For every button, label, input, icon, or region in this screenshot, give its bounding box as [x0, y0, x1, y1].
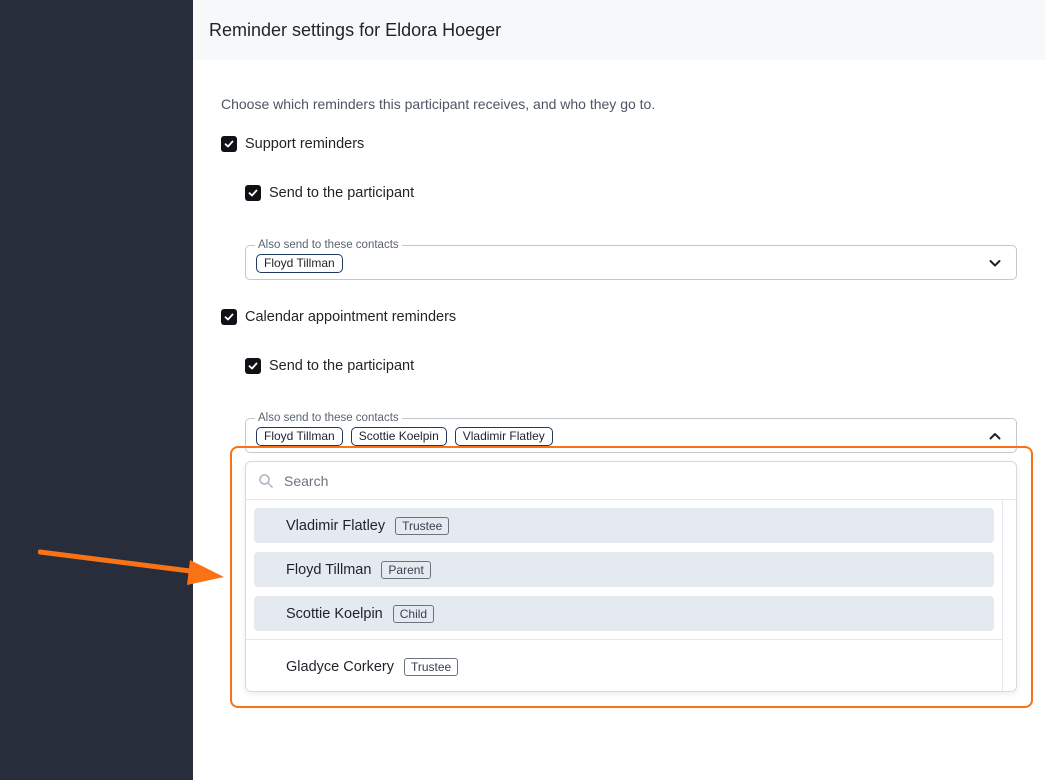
role-tag: Child	[392, 604, 435, 623]
role-tag: Parent	[381, 560, 431, 579]
contacts-dropdown: Vladimir Flatley Trustee Floyd Tillman P…	[245, 461, 1017, 692]
support-contact-chips: Floyd Tillman	[256, 254, 343, 273]
support-send-to-participant-checkbox[interactable]: Send to the participant	[245, 185, 414, 201]
option-item[interactable]: Gladyce Corkery Trustee	[254, 649, 994, 684]
contact-chip[interactable]: Floyd Tillman	[256, 254, 343, 273]
calendar-contacts-legend: Also send to these contacts	[255, 411, 402, 425]
description-text: Choose which reminders this participant …	[221, 96, 656, 112]
support-contacts-legend: Also send to these contacts	[255, 238, 402, 252]
option-name: Scottie Koelpin	[286, 605, 383, 622]
calendar-contact-chips: Floyd Tillman Scottie Koelpin Vladimir F…	[256, 427, 553, 446]
page-header: Reminder settings for Eldora Hoeger	[193, 0, 1045, 60]
option-item[interactable]: Scottie Koelpin Child	[254, 596, 994, 631]
option-name: Gladyce Corkery	[286, 658, 394, 675]
checkbox-checked-icon	[245, 358, 261, 374]
search-input[interactable]	[284, 470, 984, 492]
support-reminders-label: Support reminders	[245, 136, 365, 152]
option-item[interactable]: Floyd Tillman Parent	[254, 552, 994, 587]
contact-chip[interactable]: Scottie Koelpin	[350, 427, 447, 446]
calendar-send-to-participant-checkbox[interactable]: Send to the participant	[245, 358, 414, 374]
option-name: Vladimir Flatley	[286, 517, 386, 534]
sidebar	[0, 0, 193, 780]
calendar-reminders-checkbox[interactable]: Calendar appointment reminders	[221, 309, 456, 325]
option-name: Floyd Tillman	[286, 561, 372, 578]
chevron-down-icon[interactable]	[988, 256, 1002, 270]
search-row	[246, 462, 1016, 500]
calendar-reminders-label: Calendar appointment reminders	[245, 309, 457, 325]
options-divider	[246, 639, 1003, 640]
checkbox-checked-icon	[221, 136, 237, 152]
contact-chip[interactable]: Floyd Tillman	[256, 427, 343, 446]
support-contacts-select[interactable]: Also send to these contacts Floyd Tillma…	[245, 238, 1017, 280]
annotation-arrow-icon	[38, 549, 224, 585]
search-icon	[259, 474, 273, 488]
role-tag: Trustee	[403, 657, 459, 676]
page-title: Reminder settings for Eldora Hoeger	[209, 20, 502, 40]
dropdown-scrollbar[interactable]	[1002, 500, 1016, 691]
checkbox-checked-icon	[245, 185, 261, 201]
role-tag: Trustee	[395, 516, 450, 535]
checkbox-checked-icon	[221, 309, 237, 325]
chevron-up-icon[interactable]	[988, 429, 1002, 443]
calendar-send-to-participant-label: Send to the participant	[269, 358, 415, 374]
option-item[interactable]: Vladimir Flatley Trustee	[254, 508, 994, 543]
support-reminders-checkbox[interactable]: Support reminders	[221, 136, 364, 152]
support-send-to-participant-label: Send to the participant	[269, 185, 415, 201]
contact-chip[interactable]: Vladimir Flatley	[454, 427, 553, 446]
